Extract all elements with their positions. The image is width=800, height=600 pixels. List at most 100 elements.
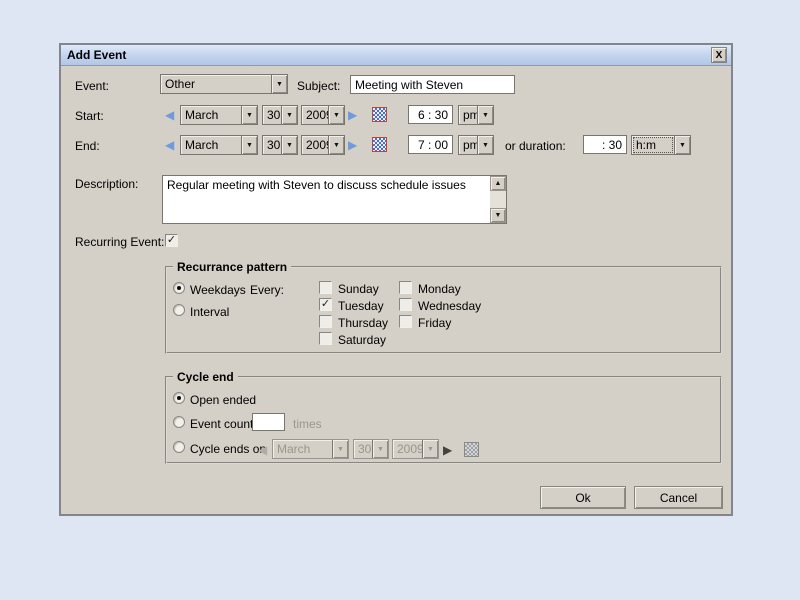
interval-label: Interval xyxy=(190,305,229,319)
thursday-checkbox[interactable] xyxy=(319,315,332,328)
add-event-dialog: Add Event X Event: Other ▼ Subject: Meet… xyxy=(59,43,733,516)
chevron-down-icon[interactable]: ▼ xyxy=(328,136,344,154)
start-time-input[interactable]: 6 : 30 xyxy=(408,105,453,124)
start-month-select[interactable]: March ▼ xyxy=(180,105,258,125)
ends-year-select: 2009 ▼ xyxy=(392,439,439,459)
start-day-select[interactable]: 30 ▼ xyxy=(262,105,298,125)
chevron-down-icon[interactable]: ▼ xyxy=(241,136,257,154)
ends-next-date-icon: ▶ xyxy=(443,440,452,460)
end-year-value: 2009 xyxy=(302,136,328,154)
thursday-label: Thursday xyxy=(338,316,388,330)
chevron-down-icon: ▼ xyxy=(372,440,388,458)
cycle-end-title: Cycle end xyxy=(173,370,238,384)
chevron-down-icon[interactable]: ▼ xyxy=(271,75,287,93)
duration-unit-select[interactable]: h:m ▼ xyxy=(631,135,691,155)
scroll-down-icon[interactable]: ▼ xyxy=(490,208,506,223)
chevron-down-icon[interactable]: ▼ xyxy=(674,136,690,154)
recurring-event-label: Recurring Event: xyxy=(75,235,164,249)
chevron-down-icon: ▼ xyxy=(422,440,438,458)
event-type-select[interactable]: Other ▼ xyxy=(160,74,288,94)
end-next-date-icon[interactable]: ▶ xyxy=(348,135,357,155)
chevron-down-icon[interactable]: ▼ xyxy=(281,106,297,124)
event-count-radio[interactable] xyxy=(173,416,185,428)
start-prev-date-icon[interactable]: ◀ xyxy=(165,105,174,125)
recurrence-pattern-group: Recurrance pattern Weekdays Interval Eve… xyxy=(165,266,722,354)
chevron-down-icon: ▼ xyxy=(332,440,348,458)
friday-label: Friday xyxy=(418,316,451,330)
interval-radio[interactable] xyxy=(173,304,185,316)
saturday-checkbox[interactable] xyxy=(319,332,332,345)
end-day-select[interactable]: 30 ▼ xyxy=(262,135,298,155)
open-ended-label: Open ended xyxy=(190,393,256,407)
chevron-down-icon[interactable]: ▼ xyxy=(328,106,344,124)
sunday-label: Sunday xyxy=(338,282,379,296)
event-label: Event: xyxy=(75,79,109,93)
duration-label: or duration: xyxy=(505,139,566,153)
monday-checkbox[interactable] xyxy=(399,281,412,294)
start-calendar-icon[interactable] xyxy=(372,107,387,122)
end-ampm-value: pm xyxy=(459,136,477,154)
description-textarea[interactable]: Regular meeting with Steven to discuss s… xyxy=(162,175,507,224)
end-time-input[interactable]: 7 : 00 xyxy=(408,135,453,154)
chevron-down-icon[interactable]: ▼ xyxy=(281,136,297,154)
start-year-select[interactable]: 2009 ▼ xyxy=(301,105,345,125)
subject-label: Subject: xyxy=(297,79,340,93)
ends-day-value: 30 xyxy=(354,440,372,458)
end-label: End: xyxy=(75,139,100,153)
start-ampm-select[interactable]: pm ▼ xyxy=(458,105,494,125)
start-day-value: 30 xyxy=(263,106,281,124)
ends-calendar-icon xyxy=(464,442,479,457)
event-count-input[interactable] xyxy=(252,413,285,431)
start-month-value: March xyxy=(181,106,241,124)
close-icon[interactable]: X xyxy=(711,47,727,63)
event-count-label: Event count xyxy=(190,417,253,431)
chevron-down-icon[interactable]: ▼ xyxy=(477,106,493,124)
wednesday-checkbox[interactable] xyxy=(399,298,412,311)
scroll-up-icon[interactable]: ▲ xyxy=(490,176,506,191)
cycle-ends-on-radio[interactable] xyxy=(173,441,185,453)
end-day-value: 30 xyxy=(263,136,281,154)
ends-day-select: 30 ▼ xyxy=(353,439,389,459)
recurrence-pattern-title: Recurrance pattern xyxy=(173,260,291,274)
dialog-title: Add Event xyxy=(67,48,126,62)
ok-button[interactable]: Ok xyxy=(540,486,626,509)
ends-prev-date-icon: ◀ xyxy=(258,440,267,460)
end-prev-date-icon[interactable]: ◀ xyxy=(165,135,174,155)
description-text: Regular meeting with Steven to discuss s… xyxy=(163,176,490,223)
monday-label: Monday xyxy=(418,282,461,296)
tuesday-checkbox[interactable]: ✓ xyxy=(319,298,332,311)
cycle-ends-on-label: Cycle ends on xyxy=(190,442,266,456)
start-next-date-icon[interactable]: ▶ xyxy=(348,105,357,125)
duration-input[interactable]: : 30 xyxy=(583,135,627,154)
check-icon: ✓ xyxy=(167,235,176,246)
end-month-value: March xyxy=(181,136,241,154)
saturday-label: Saturday xyxy=(338,333,386,347)
friday-checkbox[interactable] xyxy=(399,315,412,328)
end-calendar-icon[interactable] xyxy=(372,137,387,152)
ends-year-value: 2009 xyxy=(393,440,422,458)
check-icon: ✓ xyxy=(321,299,330,310)
duration-unit-value: h:m xyxy=(632,136,674,154)
ends-month-value: March xyxy=(273,440,332,458)
open-ended-radio[interactable] xyxy=(173,392,185,404)
weekdays-label: Weekdays xyxy=(190,283,246,297)
chevron-down-icon[interactable]: ▼ xyxy=(477,136,493,154)
cancel-button[interactable]: Cancel xyxy=(634,486,723,509)
description-label: Description: xyxy=(75,177,138,191)
subject-input[interactable]: Meeting with Steven xyxy=(350,75,515,94)
ends-month-select: March ▼ xyxy=(272,439,349,459)
dialog-titlebar: Add Event xyxy=(61,45,731,66)
recurring-event-checkbox[interactable]: ✓ xyxy=(165,234,178,247)
chevron-down-icon[interactable]: ▼ xyxy=(241,106,257,124)
start-year-value: 2009 xyxy=(302,106,328,124)
end-year-select[interactable]: 2009 ▼ xyxy=(301,135,345,155)
every-label: Every: xyxy=(250,283,284,297)
sunday-checkbox[interactable] xyxy=(319,281,332,294)
start-label: Start: xyxy=(75,109,104,123)
start-ampm-value: pm xyxy=(459,106,477,124)
end-ampm-select[interactable]: pm ▼ xyxy=(458,135,494,155)
wednesday-label: Wednesday xyxy=(418,299,481,313)
end-month-select[interactable]: March ▼ xyxy=(180,135,258,155)
description-scrollbar[interactable]: ▲ ▼ xyxy=(490,176,506,223)
weekdays-radio[interactable] xyxy=(173,282,185,294)
